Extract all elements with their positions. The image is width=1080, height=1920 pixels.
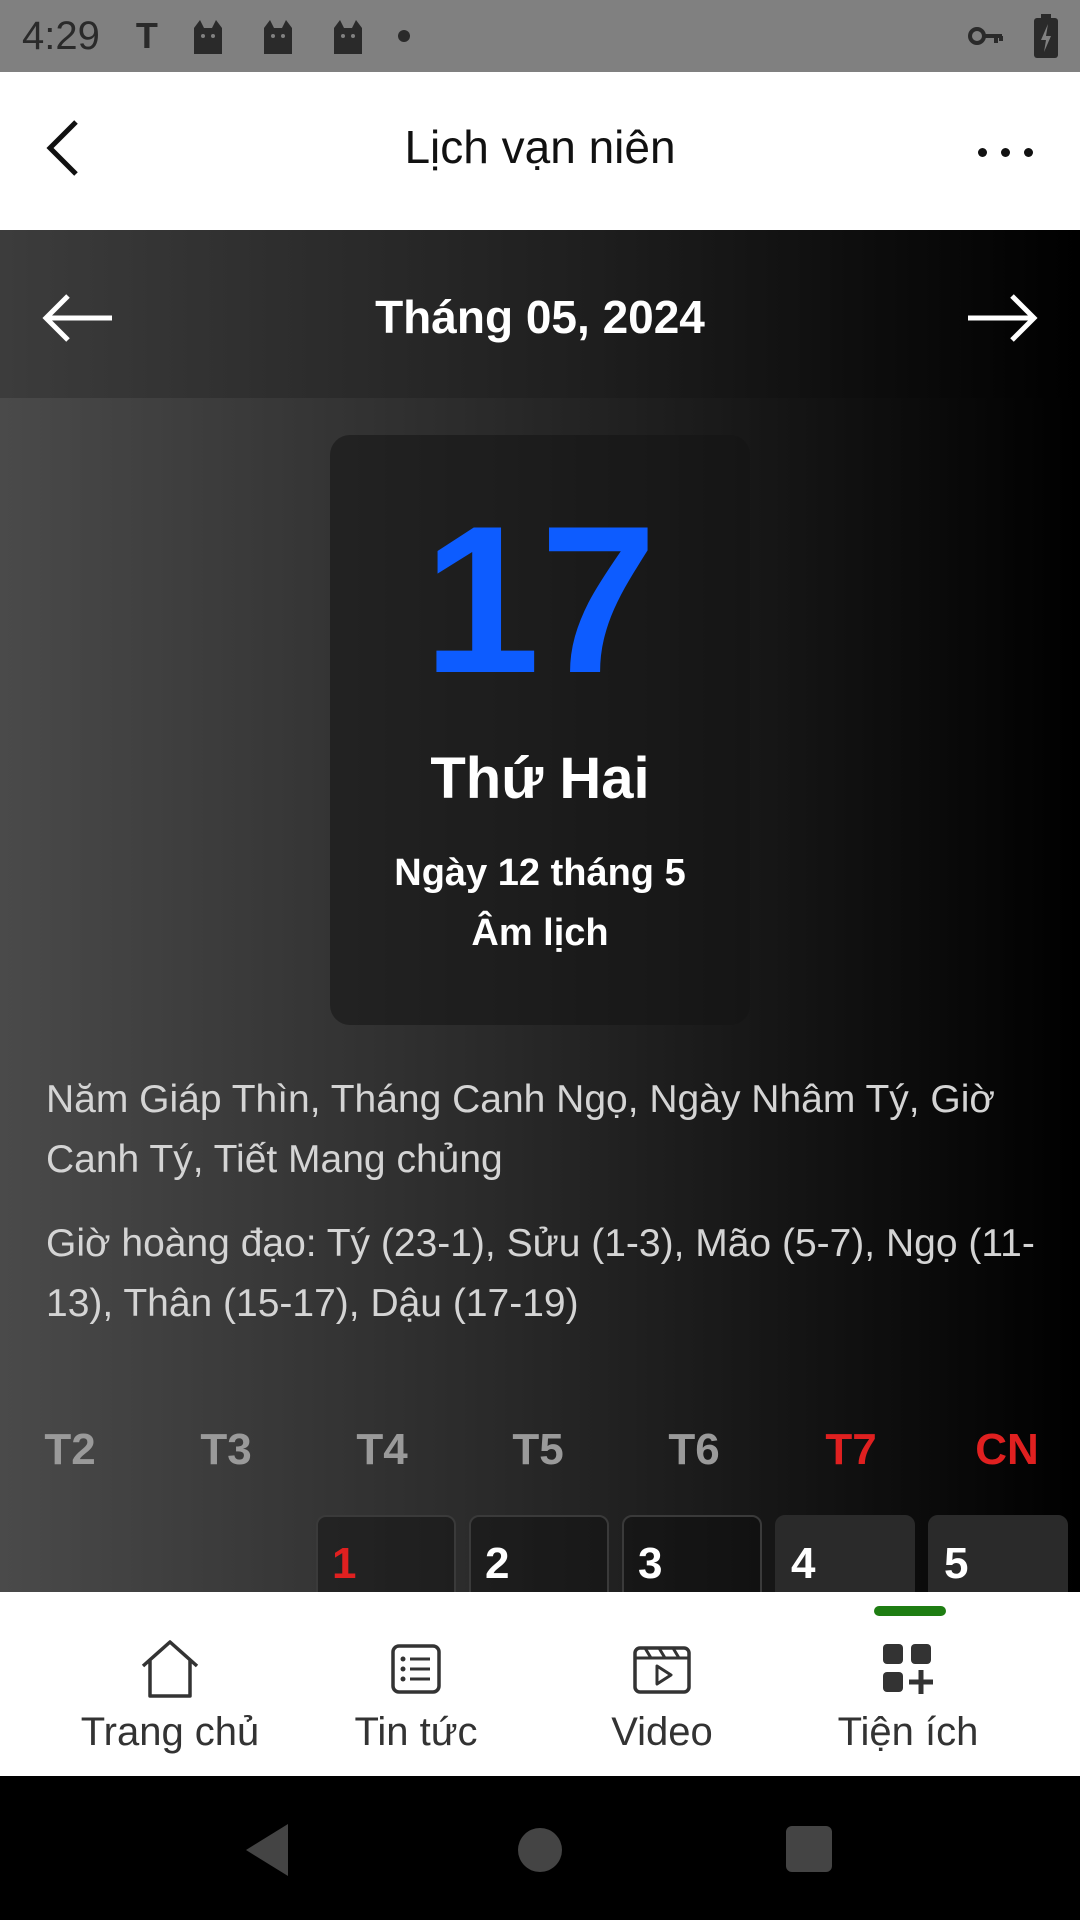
more-dots-icon: [977, 147, 987, 157]
page-title: Lịch vạn niên: [404, 121, 676, 173]
can-chi-info: Năm Giáp Thìn, Tháng Canh Ngọ, Ngày Nhâm…: [46, 1078, 996, 1181]
day-cell-number: 3: [638, 1539, 663, 1588]
lunar-date-line1: Ngày 12 tháng 5: [394, 852, 686, 894]
day-cell-number: 2: [485, 1539, 510, 1588]
app-header: Lịch vạn niên: [0, 72, 1080, 230]
calendar-day-cell[interactable]: 4: [775, 1515, 915, 1592]
nav-label: Trang chủ: [80, 1710, 260, 1754]
weekday-header: T5: [512, 1425, 564, 1474]
key-icon: [966, 16, 1006, 61]
calendar-day-cell[interactable]: 1: [316, 1515, 456, 1592]
weekday-header: T3: [200, 1425, 252, 1474]
nav-tab-news[interactable]: Tin tức: [291, 1592, 541, 1776]
cat-icon: [188, 16, 228, 56]
calendar-day-cell[interactable]: 5: [928, 1515, 1068, 1592]
next-month-button[interactable]: [960, 288, 1040, 348]
arrow-right-icon: [968, 294, 1038, 342]
news-list-icon: [391, 1644, 441, 1694]
weekday-header: T4: [356, 1425, 408, 1474]
battery-charging-icon: [1034, 14, 1058, 63]
month-bar: Tháng 05, 2024: [0, 230, 1080, 398]
status-time: 4:29: [22, 13, 100, 58]
system-home-button[interactable]: [518, 1828, 562, 1872]
nav-tab-utilities[interactable]: Tiện ích: [783, 1592, 1033, 1776]
weekday-header-row: T2 T3 T4 T5 T6 T7 CN: [0, 1425, 1080, 1485]
weekday-label: Thứ Hai: [430, 746, 650, 811]
day-cell-number: 4: [791, 1539, 816, 1588]
weekday-header: T2: [44, 1425, 96, 1474]
selected-day-card: 17 Thứ Hai Ngày 12 tháng 5 Âm lịch: [330, 435, 750, 1025]
day-cell-number: 5: [944, 1539, 969, 1588]
calendar-day-cell[interactable]: 3: [622, 1515, 762, 1592]
nav-tab-home[interactable]: Trang chủ: [45, 1592, 295, 1776]
bottom-navigation: Trang chủ Tin tức Video Tiện ích: [0, 1592, 1080, 1776]
video-icon: [633, 1646, 691, 1694]
dot-icon: [397, 30, 410, 42]
utilities-grid-icon: [883, 1644, 933, 1694]
nav-label: Tiện ích: [837, 1710, 979, 1754]
weekday-header: T6: [668, 1425, 720, 1474]
day-number: 17: [423, 482, 657, 717]
notification-icons: T: [136, 15, 410, 57]
nav-label: Video: [611, 1710, 713, 1754]
lunar-date: Ngày 12 tháng 5 Âm lịch: [330, 843, 750, 963]
calendar-day-cell[interactable]: 2: [469, 1515, 609, 1592]
cat-icon: [328, 16, 368, 56]
calendar-panel: Tháng 05, 2024 17 Thứ Hai Ngày 12 tháng …: [0, 230, 1080, 1592]
more-dots-icon: [1023, 147, 1033, 157]
system-navigation-bar: [0, 1776, 1080, 1920]
status-right: [966, 14, 1058, 63]
weekday-header: CN: [975, 1425, 1039, 1474]
nav-tab-video[interactable]: Video: [537, 1592, 787, 1776]
nav-label: Tin tức: [354, 1710, 478, 1754]
more-options-button[interactable]: [970, 132, 1040, 172]
system-recents-button[interactable]: [786, 1826, 832, 1872]
lunar-date-line2: Âm lịch: [471, 912, 609, 954]
system-back-button[interactable]: [242, 1822, 292, 1878]
day-cell-number: 1: [332, 1539, 357, 1588]
cat-icon: [258, 16, 298, 56]
weekday-header: T7: [825, 1425, 877, 1474]
gio-hoang-dao-info: Giờ hoàng đạo: Tý (23-1), Sửu (1-3), Mão…: [46, 1222, 1035, 1325]
month-title: Tháng 05, 2024: [375, 291, 705, 343]
home-icon: [141, 1640, 199, 1698]
notification-t-icon: T: [135, 15, 158, 56]
status-bar: 4:29 T: [0, 0, 1080, 72]
more-dots-icon: [1000, 147, 1010, 157]
